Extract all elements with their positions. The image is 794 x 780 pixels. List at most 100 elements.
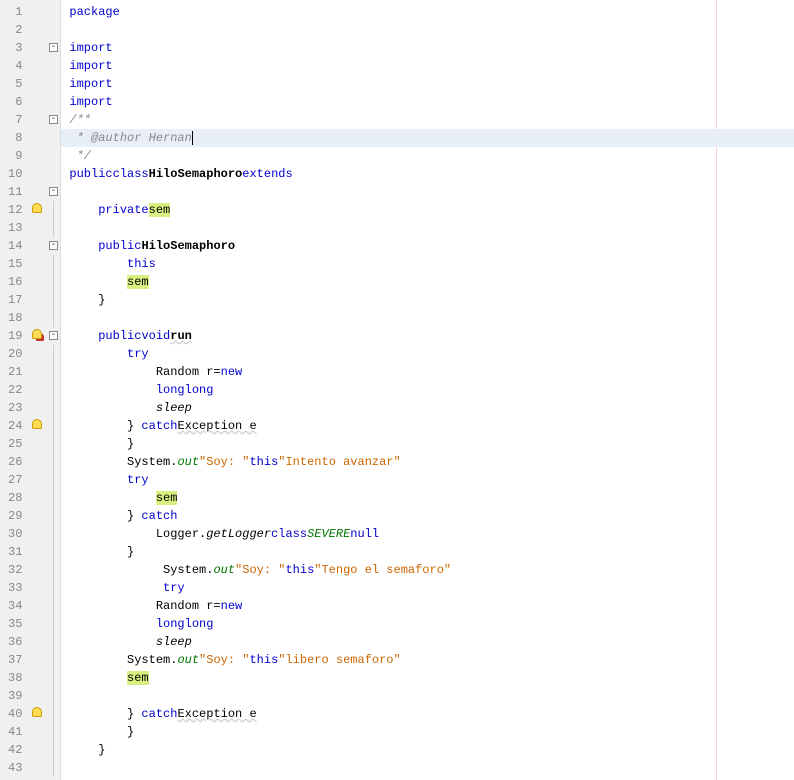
code-line[interactable]: publicvoidrun — [61, 327, 794, 345]
annotation-cell — [28, 219, 46, 237]
code-line[interactable]: package — [61, 3, 794, 21]
line-number: 4 — [8, 57, 22, 75]
code-line[interactable]: publicHiloSemaphoro — [61, 237, 794, 255]
code-token: long — [156, 617, 185, 631]
code-line[interactable]: longlong — [61, 615, 794, 633]
code-line[interactable] — [61, 219, 794, 237]
code-line[interactable] — [61, 309, 794, 327]
code-line[interactable]: Random r=new — [61, 363, 794, 381]
code-line[interactable]: try — [61, 345, 794, 363]
annotation-cell — [28, 309, 46, 327]
annotation-cell — [28, 381, 46, 399]
annotation-cell — [28, 435, 46, 453]
code-line[interactable]: privatesem — [61, 201, 794, 219]
line-number: 39 — [8, 687, 22, 705]
code-line[interactable]: import — [61, 57, 794, 75]
lightbulb-error-icon[interactable] — [32, 329, 42, 339]
code-line[interactable] — [61, 759, 794, 777]
code-line[interactable]: } — [61, 291, 794, 309]
fold-cell — [46, 435, 60, 453]
code-line[interactable]: */ — [61, 147, 794, 165]
code-token: this — [249, 455, 278, 469]
code-line[interactable]: Random r=new — [61, 597, 794, 615]
code-token — [69, 347, 127, 361]
code-token: } — [69, 293, 105, 307]
code-line[interactable]: sem — [61, 669, 794, 687]
code-line[interactable]: /** — [61, 111, 794, 129]
code-line[interactable]: sem — [61, 273, 794, 291]
code-area[interactable]: packageimportimportimportimport/** * @au… — [61, 0, 794, 780]
code-line[interactable]: longlong — [61, 381, 794, 399]
fold-cell — [46, 651, 60, 669]
code-line[interactable]: } — [61, 741, 794, 759]
code-line[interactable]: import — [61, 93, 794, 111]
line-number: 37 — [8, 651, 22, 669]
line-number: 42 — [8, 741, 22, 759]
lightbulb-icon[interactable] — [32, 419, 42, 429]
fold-cell — [46, 507, 60, 525]
fold-toggle-icon[interactable]: - — [49, 187, 58, 196]
line-number: 10 — [8, 165, 22, 183]
line-number: 28 — [8, 489, 22, 507]
fold-cell: - — [46, 111, 60, 129]
code-line[interactable] — [61, 183, 794, 201]
fold-toggle-icon[interactable]: - — [49, 115, 58, 124]
code-line[interactable] — [61, 687, 794, 705]
code-line[interactable]: System.out"Soy: "this"Tengo el semaforo" — [61, 561, 794, 579]
code-line[interactable]: sleep — [61, 399, 794, 417]
code-token: public — [69, 167, 112, 181]
annotation-cell — [28, 525, 46, 543]
fold-toggle-icon[interactable]: - — [49, 331, 58, 340]
fold-cell — [46, 165, 60, 183]
annotation-cell — [28, 543, 46, 561]
annotation-cell — [28, 93, 46, 111]
code-line[interactable]: } catchException e — [61, 705, 794, 723]
fold-cell — [46, 525, 60, 543]
fold-cell — [46, 471, 60, 489]
fold-cell — [46, 615, 60, 633]
fold-cell — [46, 741, 60, 759]
code-line[interactable]: sem — [61, 489, 794, 507]
code-token: } — [69, 545, 134, 559]
code-token: "Soy: " — [199, 455, 249, 469]
code-line[interactable]: System.out"Soy: "this"libero semaforo" — [61, 651, 794, 669]
code-token: } — [69, 419, 141, 433]
annotation-cell — [28, 489, 46, 507]
line-number: 7 — [8, 111, 22, 129]
lightbulb-icon[interactable] — [32, 203, 42, 213]
code-line[interactable]: } — [61, 543, 794, 561]
fold-toggle-icon[interactable]: - — [49, 43, 58, 52]
code-line[interactable]: sleep — [61, 633, 794, 651]
code-line[interactable]: * @author Hernan — [61, 129, 794, 147]
code-line[interactable]: import — [61, 39, 794, 57]
code-line[interactable]: } catch — [61, 507, 794, 525]
lightbulb-icon[interactable] — [32, 707, 42, 717]
code-line[interactable]: this — [61, 255, 794, 273]
code-token: new — [221, 599, 243, 613]
code-line[interactable]: } — [61, 723, 794, 741]
annotation-cell — [28, 57, 46, 75]
code-line[interactable]: System.out"Soy: "this"Intento avanzar" — [61, 453, 794, 471]
code-line[interactable]: try — [61, 471, 794, 489]
annotation-cell — [28, 705, 46, 723]
code-line[interactable]: } — [61, 435, 794, 453]
code-token: long — [156, 383, 185, 397]
line-number: 20 — [8, 345, 22, 363]
fold-toggle-icon[interactable]: - — [49, 241, 58, 250]
fold-cell — [46, 93, 60, 111]
code-line[interactable] — [61, 21, 794, 39]
code-token: try — [127, 347, 149, 361]
annotation-cell — [28, 687, 46, 705]
code-line[interactable]: publicclassHiloSemaphoroextends — [61, 165, 794, 183]
code-line[interactable]: import — [61, 75, 794, 93]
code-line[interactable]: Logger.getLoggerclassSEVEREnull — [61, 525, 794, 543]
code-token: new — [221, 365, 243, 379]
line-number: 33 — [8, 579, 22, 597]
fold-cell — [46, 723, 60, 741]
code-token: HiloSemaphoro — [149, 167, 243, 181]
code-token: */ — [69, 149, 91, 163]
annotation-cell — [28, 615, 46, 633]
line-number: 36 — [8, 633, 22, 651]
code-line[interactable]: } catchException e — [61, 417, 794, 435]
code-line[interactable]: try — [61, 579, 794, 597]
